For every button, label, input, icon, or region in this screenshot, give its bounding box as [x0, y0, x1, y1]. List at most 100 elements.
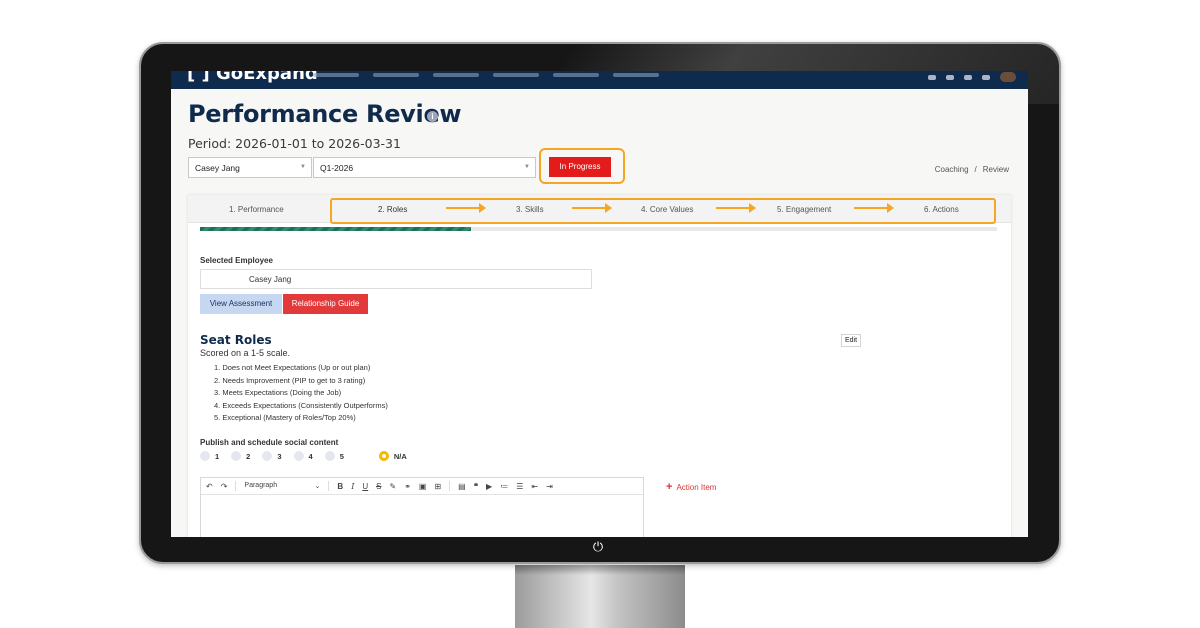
rating-option-4[interactable]: 4 [293, 451, 313, 461]
selected-employee-field: Casey Jang [200, 269, 592, 289]
nav-item[interactable] [373, 73, 419, 77]
stage: ⏻ [ ] GoExpand Performance Review i Peri [0, 0, 1200, 628]
scale-note: Scored on a 1-5 scale. [200, 348, 291, 358]
rating-option-3[interactable]: 3 [262, 451, 282, 461]
arrow-icon [446, 203, 486, 213]
rating-label: 5 [339, 451, 344, 461]
add-action-item-button[interactable]: + Action Item [666, 481, 716, 493]
underline-icon[interactable]: U [362, 482, 368, 491]
rating-label: 1 [215, 451, 220, 461]
breadcrumb: Coaching / Review [932, 165, 1012, 174]
list-item: 1. Does not Meet Expectations (Up or out… [214, 363, 371, 372]
calendar-icon[interactable] [964, 74, 972, 80]
redo-icon[interactable]: ↷ [221, 482, 228, 491]
rating-option-1[interactable]: 1 [200, 451, 219, 461]
status-badge[interactable]: In Progress [549, 157, 611, 177]
page-title: Performance Review [188, 100, 462, 128]
info-icon[interactable]: i [427, 111, 438, 122]
toolbar-divider [328, 481, 330, 491]
indent-icon[interactable]: ⇥ [546, 482, 553, 491]
progress-fill [200, 227, 471, 231]
breadcrumb-parent[interactable]: Coaching [935, 165, 969, 174]
quote-icon[interactable]: ❝ [474, 482, 478, 491]
arrow-icon [572, 203, 612, 213]
seat-roles-title: Seat Roles [200, 333, 272, 347]
insert-image-icon[interactable]: ⊞ [434, 482, 441, 491]
nav-item[interactable] [613, 73, 659, 77]
edit-button[interactable]: Edit [841, 334, 861, 347]
tab-performance[interactable]: 1. Performance [229, 205, 284, 214]
radio-button-selected[interactable] [378, 451, 389, 461]
radio-button[interactable] [200, 451, 210, 461]
chevron-down-icon: ⌄ [314, 483, 321, 490]
toolbar-divider [449, 481, 451, 491]
bulleted-list-icon[interactable]: ≔ [500, 482, 508, 491]
arrow-icon [854, 203, 894, 213]
list-item: 3. Meets Expectations (Doing the Job) [214, 388, 342, 398]
chat-icon[interactable] [946, 74, 954, 80]
nav-item[interactable] [313, 73, 359, 77]
rating-option-5[interactable]: 5 [324, 451, 344, 461]
radio-button[interactable] [293, 451, 304, 461]
chevron-down-icon: ▼ [524, 164, 530, 170]
steps-highlight-frame [330, 198, 996, 224]
employee-select[interactable]: Casey Jang ▼ [188, 157, 312, 178]
numbered-list-icon[interactable]: ☰ [516, 482, 523, 491]
rating-label: 3 [277, 451, 282, 461]
top-navbar: [ ] GoExpand [171, 71, 1028, 89]
rating-options: 1 2 3 4 5 N/A [200, 451, 419, 461]
action-item-label: Action Item [676, 483, 717, 492]
rich-text-editor[interactable]: ↶ ↷ Paragraph ⌄ B I U S ✎ ⚭ ▣ ⊞ ▤ ❝ ▶ ≔ … [200, 477, 644, 537]
screen: [ ] GoExpand Performance Review i Period… [171, 71, 1028, 537]
power-icon[interactable]: ⏻ [590, 539, 606, 555]
avatar[interactable] [1000, 72, 1016, 82]
review-card: 1. Performance 2. Roles 3. Skills 4. Cor… [188, 195, 1011, 537]
breadcrumb-current: Review [982, 165, 1009, 174]
rating-label: 4 [308, 451, 313, 461]
list-item: 2. Needs Improvement (PIP to get to 3 ra… [214, 375, 366, 385]
media-icon[interactable]: ▶ [486, 482, 492, 491]
nav-menu [313, 73, 659, 77]
employee-select-value: Casey Jang [195, 163, 240, 173]
radio-button[interactable] [262, 451, 273, 461]
rating-label: N/A [393, 451, 407, 461]
nav-item[interactable] [553, 73, 599, 77]
paragraph-style-value: Paragraph [244, 482, 278, 489]
scale-list: 1. Does not Meet Expectations (Up or out… [214, 362, 388, 425]
bold-icon[interactable]: B [337, 482, 343, 491]
paragraph-style-select[interactable]: Paragraph ⌄ [244, 482, 320, 490]
progress-bar [200, 227, 997, 231]
period-text: Period: 2026-01-01 to 2026-03-31 [188, 136, 401, 151]
list-item: 4. Exceeds Expectations (Consistently Ou… [214, 400, 388, 410]
view-assessment-button[interactable]: View Assessment [200, 294, 282, 314]
app-logo[interactable]: [ ] GoExpand [187, 71, 318, 84]
nav-item[interactable] [493, 73, 539, 77]
image-icon[interactable]: ▣ [419, 482, 427, 491]
toolbar-divider [235, 481, 237, 491]
radio-button[interactable] [324, 451, 335, 461]
quarter-select-value: Q1-2026 [320, 163, 354, 173]
undo-icon[interactable]: ↶ [206, 482, 213, 491]
nav-item[interactable] [433, 73, 479, 77]
plus-icon: + [666, 481, 673, 493]
highlight-icon[interactable]: ✎ [389, 482, 396, 491]
bell-icon[interactable] [982, 74, 990, 80]
link-icon[interactable]: ⚭ [404, 482, 411, 491]
outdent-icon[interactable]: ⇤ [531, 482, 538, 491]
radio-button[interactable] [231, 451, 242, 461]
table-icon[interactable]: ▤ [458, 482, 466, 491]
rating-option-na[interactable]: N/A [378, 451, 407, 461]
strikethrough-icon[interactable]: S [376, 482, 381, 491]
selected-employee-label: Selected Employee [200, 256, 273, 265]
rating-label: 2 [246, 451, 251, 461]
italic-icon[interactable]: I [351, 482, 354, 491]
search-icon[interactable] [928, 74, 936, 80]
question-label: Publish and schedule social content [200, 438, 339, 447]
relationship-guide-button[interactable]: Relationship Guide [283, 294, 368, 314]
nav-right-icons [928, 72, 1016, 82]
stand-shadow [515, 565, 685, 575]
quarter-select[interactable]: Q1-2026 ▼ [313, 157, 536, 178]
list-item: 5. Exceptional (Mastery of Roles/Top 20%… [214, 413, 356, 423]
rating-option-2[interactable]: 2 [231, 451, 250, 461]
breadcrumb-separator: / [974, 165, 977, 174]
